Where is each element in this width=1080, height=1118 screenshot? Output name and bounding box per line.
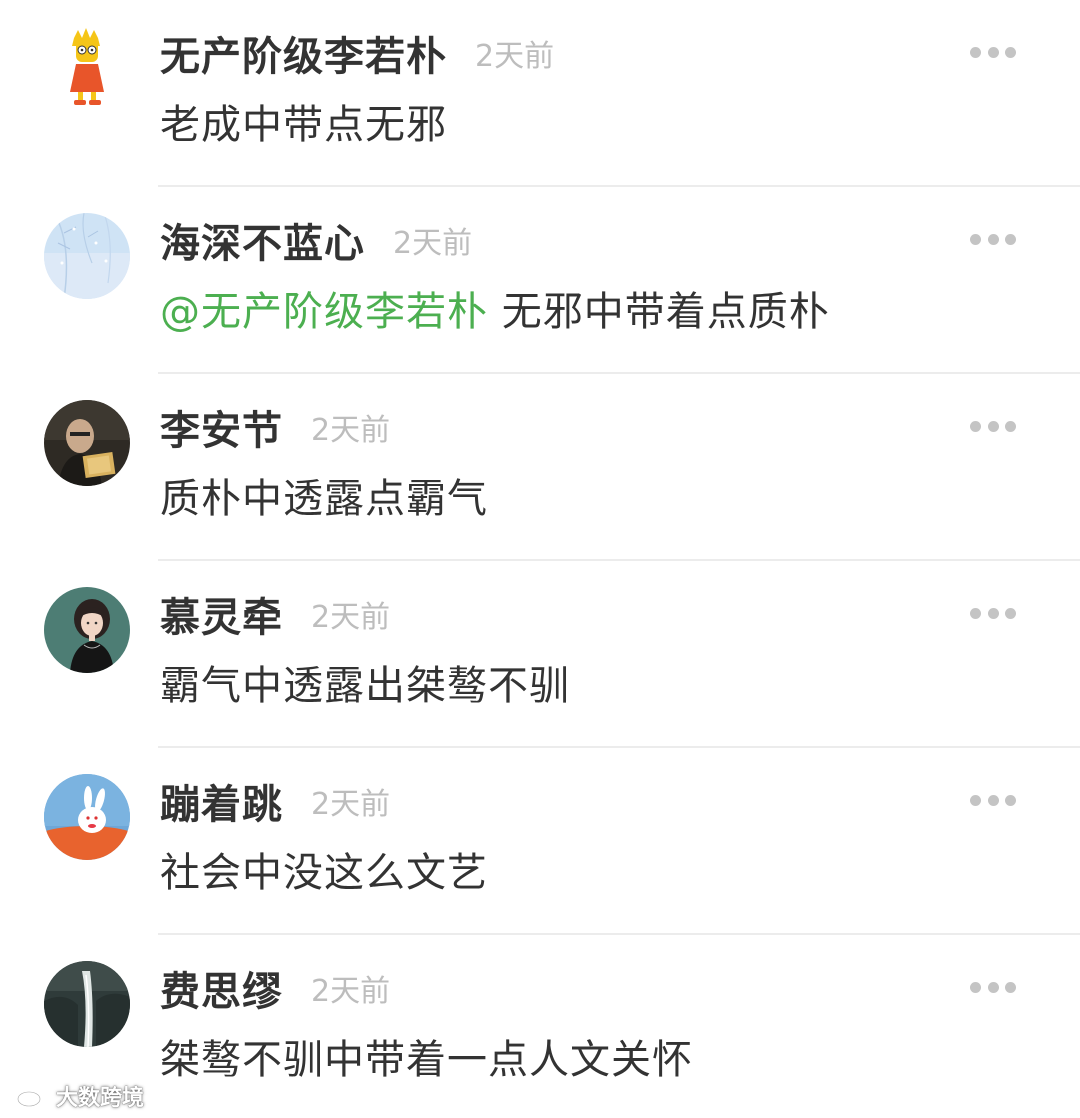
more-dots-icon[interactable]	[970, 45, 1016, 59]
comment-body: 无邪中带着点质朴	[488, 289, 830, 335]
watermark: 大数跨境	[16, 1080, 144, 1112]
comment-header: 蹦着跳 2天前	[160, 776, 391, 828]
comment-header: 无产阶级李若朴 2天前	[160, 28, 555, 80]
more-dots-icon[interactable]	[970, 232, 1016, 246]
comment-item: 李安节 2天前 质朴中透露点霸气	[0, 374, 1080, 561]
man-reading-avatar[interactable]	[44, 400, 130, 486]
comment-item: 费思缪 2天前 桀骜不驯中带着一点人文关怀	[0, 935, 1080, 1118]
comment-timestamp: 2天前	[311, 787, 391, 822]
more-dots-icon[interactable]	[970, 419, 1016, 433]
comment-item: 蹦着跳 2天前 社会中没这么文艺	[0, 748, 1080, 935]
comment-body: 霸气中透露出桀骜不驯	[160, 663, 570, 709]
comment-author-name[interactable]: 无产阶级李若朴	[160, 24, 447, 82]
comment-text: 霸气中透露出桀骜不驯	[160, 653, 570, 711]
comment-item: 无产阶级李若朴 2天前 老成中带点无邪	[0, 0, 1080, 187]
comment-timestamp: 2天前	[311, 600, 391, 635]
comment-timestamp: 2天前	[311, 974, 391, 1009]
weibo-logo-icon	[17, 1087, 47, 1107]
mention-link[interactable]: @无产阶级李若朴	[160, 289, 488, 335]
comment-body: 桀骜不驯中带着一点人文关怀	[160, 1037, 693, 1083]
pale-blue-branches-avatar[interactable]	[44, 213, 130, 299]
comment-body: 社会中没这么文艺	[160, 850, 488, 896]
bunny-toy-avatar[interactable]	[44, 774, 130, 860]
cartoon-girl-avatar[interactable]	[44, 26, 130, 112]
more-dots-icon[interactable]	[970, 980, 1016, 994]
comment-author-name[interactable]: 海深不蓝心	[160, 211, 365, 269]
more-dots-icon[interactable]	[970, 606, 1016, 620]
comment-text: @无产阶级李若朴 无邪中带着点质朴	[160, 279, 830, 337]
more-dots-icon[interactable]	[970, 793, 1016, 807]
comment-author-name[interactable]: 慕灵牵	[160, 585, 283, 643]
girl-portrait-avatar[interactable]	[44, 587, 130, 673]
comment-text: 老成中带点无邪	[160, 92, 447, 150]
comment-timestamp: 2天前	[311, 413, 391, 448]
comment-text: 桀骜不驯中带着一点人文关怀	[160, 1027, 693, 1085]
comment-author-name[interactable]: 蹦着跳	[160, 772, 283, 830]
comment-author-name[interactable]: 李安节	[160, 398, 283, 456]
comment-text: 社会中没这么文艺	[160, 840, 488, 898]
comment-list-page: 无产阶级李若朴 2天前 老成中带点无邪 海深不蓝心 2天前 @无产阶级李若朴 无…	[0, 0, 1080, 1118]
comment-body: 老成中带点无邪	[160, 102, 447, 148]
comment-body: 质朴中透露点霸气	[160, 476, 488, 522]
comment-text: 质朴中透露点霸气	[160, 466, 488, 524]
comment-header: 费思缪 2天前	[160, 963, 391, 1015]
comment-author-name[interactable]: 费思缪	[160, 959, 283, 1017]
comment-item: 海深不蓝心 2天前 @无产阶级李若朴 无邪中带着点质朴	[0, 187, 1080, 374]
comment-header: 海深不蓝心 2天前	[160, 215, 473, 267]
watermark-text: 大数跨境	[56, 1086, 145, 1111]
comment-header: 慕灵牵 2天前	[160, 589, 391, 641]
comment-header: 李安节 2天前	[160, 402, 391, 454]
comment-item: 慕灵牵 2天前 霸气中透露出桀骜不驯	[0, 561, 1080, 748]
waterfall-landscape-avatar[interactable]	[44, 961, 130, 1047]
comment-timestamp: 2天前	[393, 226, 473, 261]
comment-timestamp: 2天前	[475, 39, 555, 74]
